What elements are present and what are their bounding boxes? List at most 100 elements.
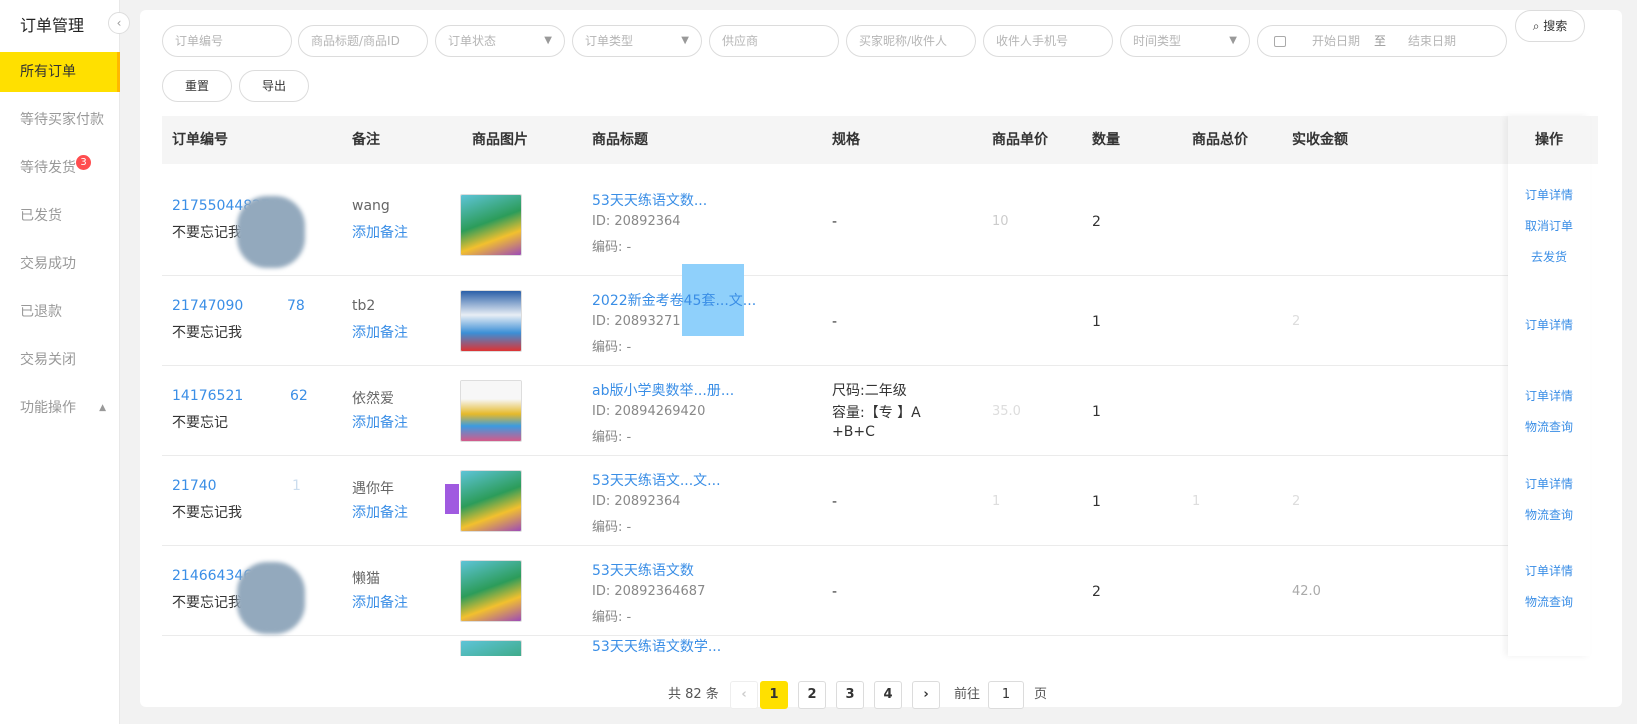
add-remark-link[interactable]: 添加备注	[352, 592, 408, 612]
spec: -	[832, 494, 838, 510]
cancel-order-link[interactable]: 取消订单	[1508, 217, 1590, 234]
product-title-link[interactable]: 53天天练语文数学...	[592, 636, 721, 656]
table-row: 21740 1 不要忘记我 遇你年 添加备注 53天天练语文...文... ID…	[162, 456, 1508, 546]
product-title-link[interactable]: 2022新金考卷45套...文...	[592, 290, 756, 310]
start-date: 开始日期	[1312, 34, 1361, 48]
add-remark-link[interactable]: 添加备注	[352, 412, 408, 432]
product-title-link[interactable]: 53天天练语文数	[592, 560, 694, 580]
order-detail-link[interactable]: 订单详情	[1508, 186, 1590, 203]
search-button[interactable]: ⌕ 搜索	[1515, 10, 1585, 42]
page-1-button[interactable]: 1	[760, 681, 788, 709]
remark-text: wang	[352, 198, 390, 214]
sidebar-item-functions[interactable]: 功能操作 ▲	[0, 388, 120, 428]
page-2-button[interactable]: 2	[798, 681, 826, 709]
order-no-link[interactable]: 21747090	[172, 298, 243, 314]
product-title-link[interactable]: ab版小学奥数举...册...	[592, 380, 734, 400]
sidebar-item-label: 功能操作	[20, 400, 76, 416]
placeholder: 商品标题/商品ID	[311, 34, 400, 48]
caret-down-icon: ▼	[1229, 35, 1237, 46]
order-detail-link[interactable]: 订单详情	[1508, 475, 1590, 492]
add-remark-link[interactable]: 添加备注	[352, 502, 408, 522]
product-image[interactable]	[460, 560, 522, 622]
search-label: 搜索	[1543, 19, 1568, 33]
main-panel: 订单编号 商品标题/商品ID 订单状态 ▼ 订单类型 ▼ 供应商 买家昵称/收件人 …	[140, 10, 1622, 709]
order-no-tail[interactable]: 1	[292, 478, 301, 494]
add-remark-link[interactable]: 添加备注	[352, 322, 408, 342]
logistics-link[interactable]: 物流查询	[1508, 593, 1590, 610]
product-image[interactable]	[460, 194, 522, 256]
product-image[interactable]	[460, 290, 522, 352]
sidebar-item-completed[interactable]: 交易成功	[0, 244, 120, 284]
sidebar-item-label: 所有订单	[20, 64, 76, 80]
sidebar-item-label: 已发货	[20, 208, 62, 224]
table-row: 21747090 78 不要忘记我 tb2 添加备注 2022新金考卷45套..…	[162, 264, 1508, 366]
product-title-link[interactable]: 53天天练语文数...	[592, 190, 707, 210]
order-status-select[interactable]: 订单状态 ▼	[435, 25, 565, 57]
buyer-input[interactable]: 买家昵称/收件人	[846, 25, 976, 57]
paid-amount: 42.0	[1292, 584, 1321, 599]
page-unit-label: 页	[1034, 687, 1048, 702]
th-title: 商品标题	[592, 132, 648, 148]
sidebar-item-shipped[interactable]: 已发货	[0, 196, 120, 236]
sidebar-item-awaiting-shipment[interactable]: 等待发货 3	[0, 148, 120, 188]
logistics-link[interactable]: 物流查询	[1508, 506, 1590, 523]
order-detail-link[interactable]: 订单详情	[1508, 387, 1590, 404]
remark-text: 依然爱	[352, 391, 394, 407]
sidebar-item-awaiting-payment[interactable]: 等待买家付款	[0, 100, 120, 140]
ship-order-link[interactable]: 去发货	[1508, 248, 1590, 265]
placeholder: 供应商	[722, 34, 759, 48]
page-4-button[interactable]: 4	[874, 681, 902, 709]
sidebar-item-all-orders[interactable]: 所有订单	[0, 52, 120, 92]
logistics-link[interactable]: 物流查询	[1508, 418, 1590, 435]
end-date: 结束日期	[1408, 34, 1457, 48]
quantity: 1	[1092, 494, 1101, 510]
supplier-input[interactable]: 供应商	[709, 25, 839, 57]
product-title-link[interactable]: 53天天练语文...文...	[592, 470, 721, 490]
order-type-select[interactable]: 订单类型 ▼	[572, 25, 702, 57]
collapse-sidebar-button[interactable]: ‹	[108, 12, 130, 34]
sidebar-item-refunded[interactable]: 已退款	[0, 292, 120, 332]
product-image[interactable]	[460, 640, 522, 656]
product-image[interactable]	[460, 470, 522, 532]
redaction	[445, 484, 459, 514]
order-detail-link[interactable]: 订单详情	[1508, 562, 1590, 579]
prev-page-button[interactable]: ‹	[730, 681, 758, 709]
page-3-button[interactable]: 3	[836, 681, 864, 709]
quantity: 2	[1092, 214, 1101, 230]
date-range-picker[interactable]: 开始日期至 结束日期	[1257, 25, 1507, 57]
order-no-link[interactable]: 21740	[172, 478, 217, 494]
reset-button[interactable]: 重置	[162, 70, 232, 102]
remark-text: tb2	[352, 298, 376, 314]
placeholder: 时间类型	[1133, 34, 1182, 48]
product-image[interactable]	[460, 380, 522, 442]
product-code: 编码: -	[592, 240, 632, 255]
quantity: 2	[1092, 584, 1101, 600]
spec-capacity: 容量:【专 】A	[832, 405, 921, 421]
sidebar-item-label: 等待买家付款	[20, 112, 104, 128]
sidebar-title: 订单管理	[20, 16, 85, 35]
order-no-tail[interactable]: 62	[290, 388, 308, 404]
order-note: 不要忘记	[172, 415, 228, 431]
product-input[interactable]: 商品标题/商品ID	[298, 25, 428, 57]
th-operations: 操作	[1508, 116, 1590, 164]
time-type-select[interactable]: 时间类型 ▼	[1120, 25, 1250, 57]
sidebar-item-closed[interactable]: 交易关闭	[0, 340, 120, 380]
reset-label: 重置	[184, 79, 209, 93]
add-remark-link[interactable]: 添加备注	[352, 222, 408, 242]
th-remark: 备注	[352, 132, 380, 148]
sidebar-item-label: 交易成功	[20, 256, 76, 272]
order-no-input[interactable]: 订单编号	[162, 25, 292, 57]
spec-extra: +B+C	[832, 424, 875, 440]
sidebar-item-label: 等待发货	[20, 160, 76, 176]
export-button[interactable]: 导出	[239, 70, 309, 102]
phone-input[interactable]: 收件人手机号	[983, 25, 1113, 57]
order-no-link[interactable]: 14176521	[172, 388, 243, 404]
remark-text: 遇你年	[352, 481, 394, 497]
order-no-tail[interactable]: 78	[287, 298, 305, 314]
goto-page-input[interactable]: 1	[988, 681, 1024, 709]
next-page-button[interactable]: ›	[912, 681, 940, 709]
export-label: 导出	[261, 79, 286, 93]
placeholder: 订单编号	[175, 34, 224, 48]
order-detail-link[interactable]: 订单详情	[1508, 316, 1590, 333]
unit-price: 10	[992, 214, 1009, 229]
